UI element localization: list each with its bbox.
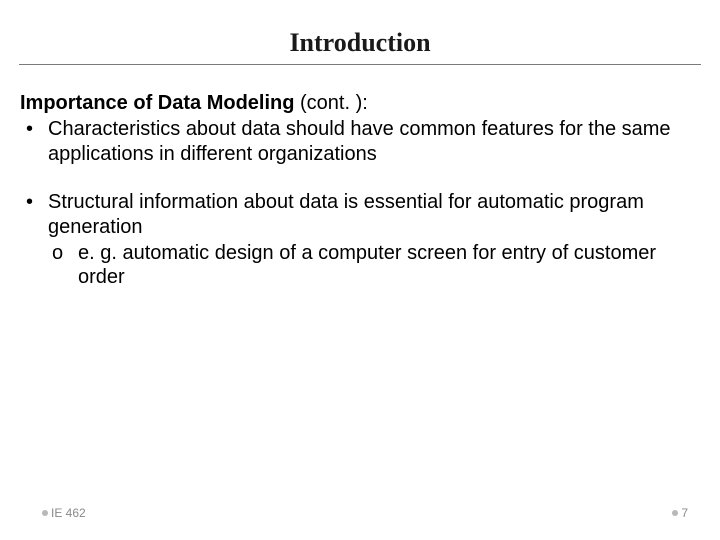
sub-bullet-item: o e. g. automatic design of a computer s… <box>48 241 700 290</box>
slide-content: Importance of Data Modeling (cont. ): • … <box>18 91 702 290</box>
subheading-rest: (cont. ): <box>294 92 367 114</box>
bullet-item: • Characteristics about data should have… <box>20 117 700 166</box>
title-underline <box>19 64 701 65</box>
spacer <box>20 168 700 190</box>
course-code: IE 462 <box>51 506 86 520</box>
dot-icon <box>42 510 48 516</box>
page-number: 7 <box>681 506 688 520</box>
bullet-marker-icon: • <box>20 117 48 141</box>
subheading: Importance of Data Modeling (cont. ): <box>20 91 700 115</box>
bullet-marker-icon: • <box>20 190 48 214</box>
subheading-bold: Importance of Data Modeling <box>20 92 294 114</box>
bullet-text: Structural information about data is ess… <box>48 190 700 239</box>
bullet-item: • Structural information about data is e… <box>20 190 700 239</box>
sub-bullet-marker: o <box>48 241 78 265</box>
slide-footer: IE 462 7 <box>0 506 720 520</box>
dot-icon <box>672 510 678 516</box>
bullet-text: Characteristics about data should have c… <box>48 117 700 166</box>
sub-bullet-text: e. g. automatic design of a computer scr… <box>78 241 700 290</box>
footer-right: 7 <box>672 506 688 520</box>
slide-title: Introduction <box>18 28 702 58</box>
slide-container: Introduction Importance of Data Modeling… <box>0 0 720 540</box>
footer-left: IE 462 <box>42 506 86 520</box>
